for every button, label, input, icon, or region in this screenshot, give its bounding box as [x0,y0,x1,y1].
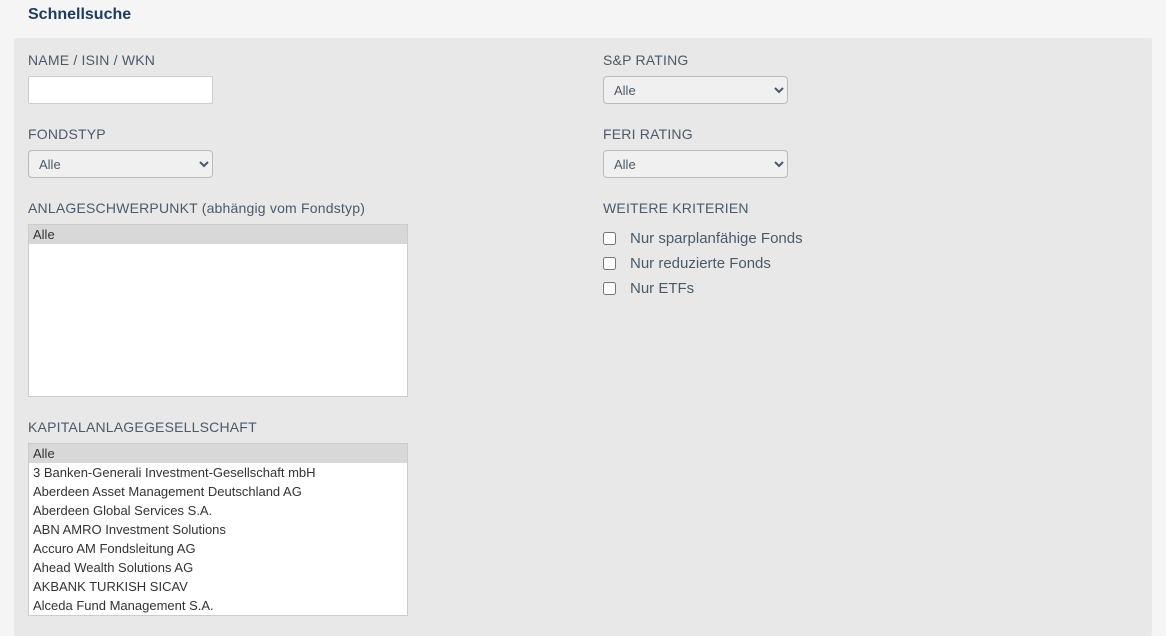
kag-label: KAPITALANLAGEGESELLSCHAFT [28,419,563,435]
list-item[interactable]: Ahead Wealth Solutions AG [29,558,407,577]
criteria-row: Nur ETFs [603,280,1138,297]
quick-search-panel: NAME / ISIN / WKN FONDSTYP Alle ANLAGESC… [14,38,1152,636]
name-field: NAME / ISIN / WKN [28,52,563,104]
criteria-row: Nur reduzierte Fonds [603,255,1138,272]
kag-listbox[interactable]: Alle3 Banken-Generali Investment-Gesells… [28,443,408,616]
list-item[interactable]: ABN AMRO Investment Solutions [29,520,407,539]
list-item[interactable]: 3 Banken-Generali Investment-Gesellschaf… [29,463,407,482]
criteria-row: Nur sparplanfähige Fonds [603,230,1138,247]
right-column: S&P RATING Alle FERI RATING Alle WEITERE… [603,52,1138,616]
feri-rating-select[interactable]: Alle [603,150,788,178]
sp-rating-label: S&P RATING [603,52,1138,68]
weitere-kriterien-field: WEITERE KRITERIEN Nur sparplanfähige Fon… [603,200,1138,297]
fondstyp-label: FONDSTYP [28,126,563,142]
list-item[interactable]: Alle [29,225,407,244]
list-item[interactable]: Accuro AM Fondsleitung AG [29,539,407,558]
list-item[interactable]: Aberdeen Global Services S.A. [29,501,407,520]
list-item[interactable]: AKBANK TURKISH SICAV [29,577,407,596]
anlageschwerpunkt-field: ANLAGESCHWERPUNKT (abhängig vom Fondstyp… [28,200,563,397]
criteria-label: Nur sparplanfähige Fonds [630,230,803,247]
anlageschwerpunkt-label: ANLAGESCHWERPUNKT (abhängig vom Fondstyp… [28,200,563,216]
list-item[interactable]: Alceda Fund Management S.A. [29,596,407,615]
fondstyp-field: FONDSTYP Alle [28,126,563,178]
sp-rating-field: S&P RATING Alle [603,52,1138,104]
sp-rating-select[interactable]: Alle [603,76,788,104]
fondstyp-select[interactable]: Alle [28,150,213,178]
weitere-kriterien-label: WEITERE KRITERIEN [603,200,1138,216]
left-column: NAME / ISIN / WKN FONDSTYP Alle ANLAGESC… [28,52,563,616]
anlageschwerpunkt-listbox[interactable]: Alle [28,224,408,397]
criteria-checkbox[interactable] [603,257,616,270]
feri-rating-field: FERI RATING Alle [603,126,1138,178]
criteria-label: Nur reduzierte Fonds [630,255,771,272]
criteria-checkbox[interactable] [603,232,616,245]
kag-field: KAPITALANLAGEGESELLSCHAFT Alle3 Banken-G… [28,419,563,616]
columns: NAME / ISIN / WKN FONDSTYP Alle ANLAGESC… [28,52,1138,616]
panel-title: Schnellsuche [14,6,1152,24]
criteria-label: Nur ETFs [630,280,694,297]
name-label: NAME / ISIN / WKN [28,52,563,68]
name-input[interactable] [28,76,213,104]
criteria-checkbox[interactable] [603,282,616,295]
list-item[interactable]: Aberdeen Asset Management Deutschland AG [29,482,407,501]
criteria-list: Nur sparplanfähige Fonds Nur reduzierte F… [603,230,1138,297]
list-item[interactable]: Alle [29,444,407,463]
feri-rating-label: FERI RATING [603,126,1138,142]
